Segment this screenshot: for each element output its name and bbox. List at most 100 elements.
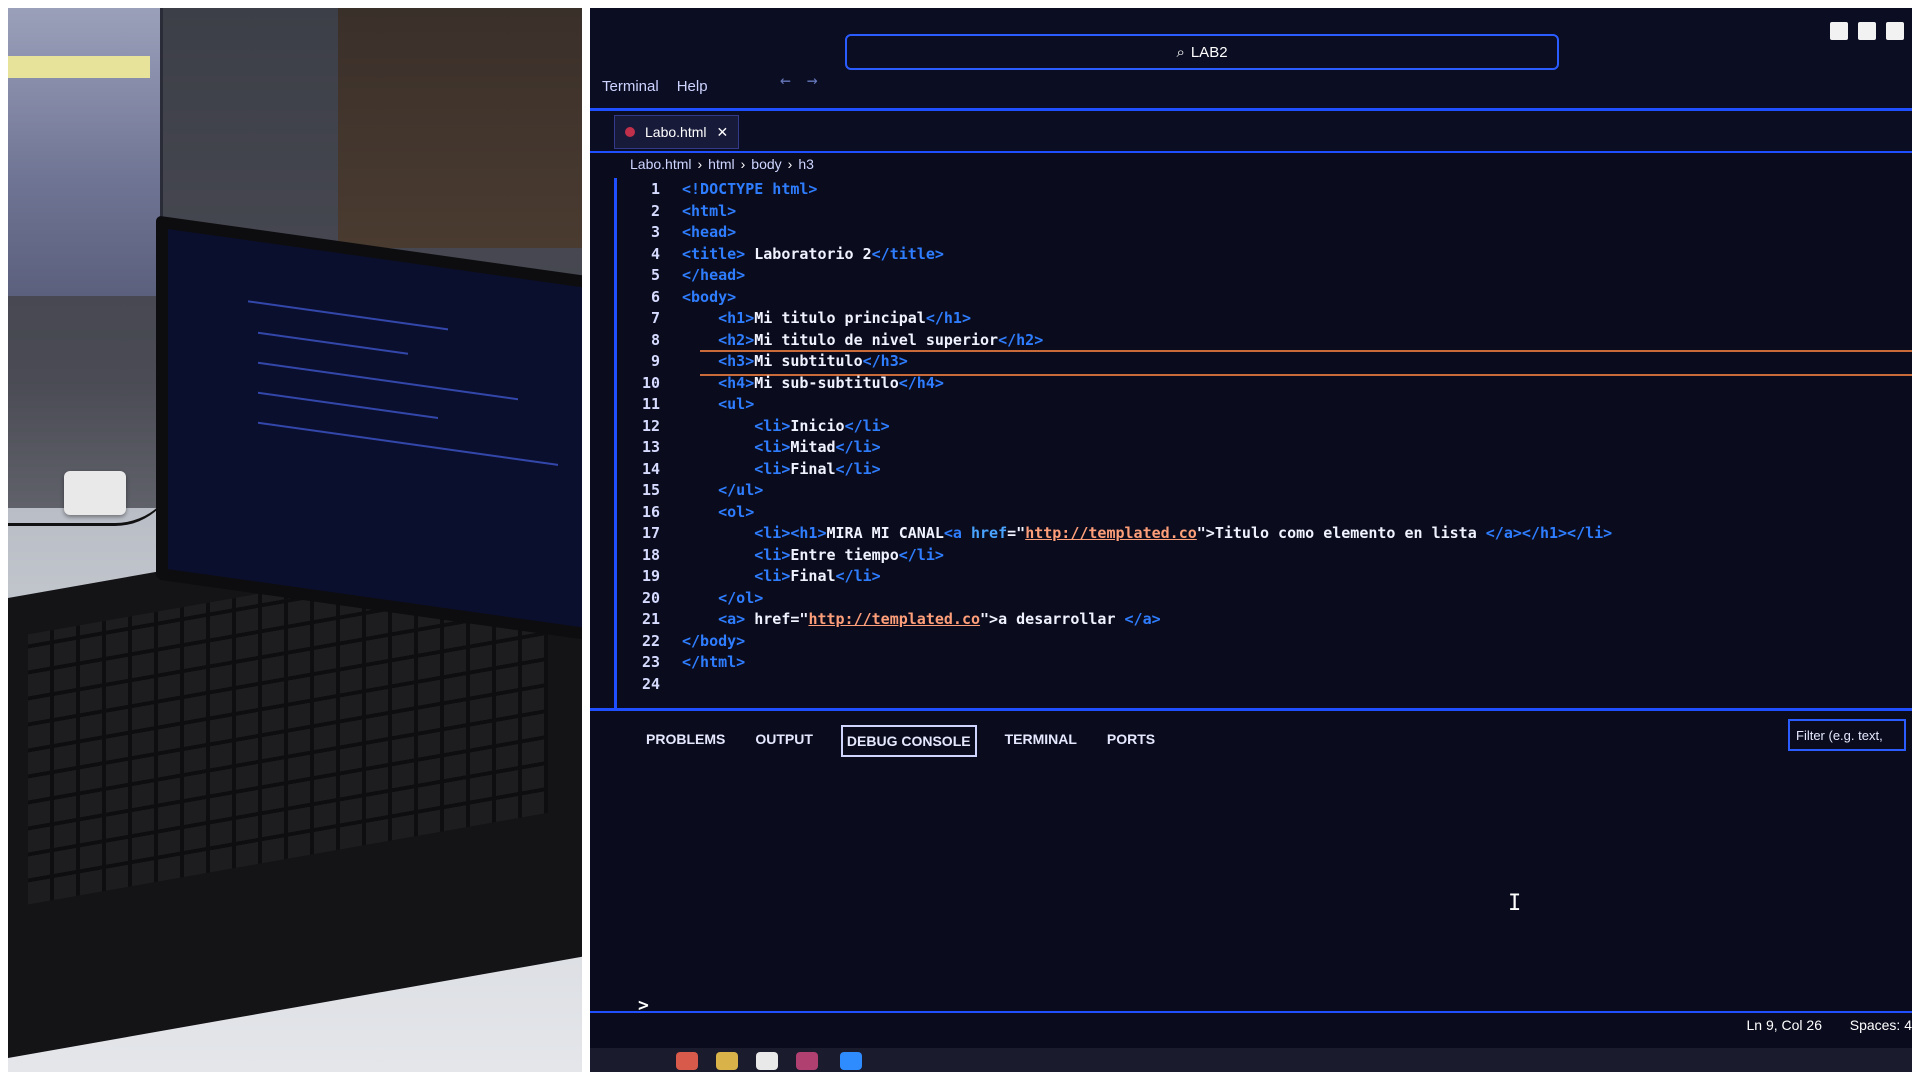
code-line[interactable]: 23 </html> — [620, 651, 745, 673]
code-line[interactable]: 16 <ol> — [620, 501, 754, 523]
app-icon[interactable] — [796, 1052, 818, 1070]
toggle-secondary-sidebar-icon[interactable] — [1886, 22, 1904, 40]
navigation-arrows: ← → — [780, 70, 818, 91]
code-line[interactable]: 6 <body> — [620, 286, 736, 308]
breadcrumb-h3[interactable]: h3 — [798, 156, 814, 172]
line-number: 8 — [650, 330, 660, 349]
code-token: Final — [790, 567, 836, 585]
line-number: 15 — [641, 481, 660, 499]
code-token: <li> — [754, 459, 791, 478]
menu-terminal[interactable]: Terminal — [602, 78, 659, 95]
laptop-screen — [156, 215, 582, 645]
file-explorer-icon[interactable] — [716, 1052, 738, 1070]
line-number: 9 — [650, 352, 660, 370]
code-token: <li> — [754, 545, 791, 564]
code-token: </a></h1></li> — [1485, 524, 1613, 542]
code-line[interactable]: 12 <li>Inicio</li> — [620, 415, 890, 437]
code-line[interactable]: 20 </ol> — [620, 587, 763, 609]
breadcrumb-body[interactable]: body — [751, 156, 781, 172]
code-line[interactable]: 4 <title> Laboratorio 2</title> — [620, 243, 944, 265]
windows-taskbar — [590, 1048, 1912, 1072]
code-token: http://templated.co — [808, 610, 981, 628]
code-token: </h1> — [925, 309, 971, 327]
line-number: 19 — [641, 567, 660, 585]
tab-debug-console[interactable]: DEBUG CONSOLE — [840, 725, 977, 757]
code-line[interactable]: 21 <a> href="http://templated.co">a desa… — [620, 608, 1161, 630]
line-number: 1 — [650, 180, 660, 198]
code-line[interactable]: 2 <html> — [620, 200, 736, 222]
menu-help[interactable]: Help — [677, 78, 708, 95]
toggle-sidebar-icon[interactable] — [1830, 22, 1848, 40]
line-number: 11 — [641, 395, 660, 413]
line-number: 5 — [650, 266, 660, 284]
breadcrumb-html[interactable]: html — [708, 156, 734, 172]
title-bar: Terminal Help ← → ⌕ LAB2 — [590, 8, 1912, 111]
code-token: <head> — [682, 223, 737, 241]
code-token: Final — [790, 459, 836, 478]
code-line[interactable]: 1 <!DOCTYPE html> — [620, 178, 818, 200]
command-center-search[interactable]: ⌕ LAB2 — [845, 34, 1559, 70]
code-line[interactable]: 5 </head> — [620, 264, 745, 286]
code-token: <h3> — [718, 352, 755, 370]
code-token: </li> — [835, 438, 881, 456]
code-token: </li> — [835, 567, 881, 585]
filter-input[interactable]: Filter (e.g. text, — [1788, 719, 1906, 751]
code-token: </li> — [844, 416, 890, 435]
breadcrumb: Labo.html › html › body › h3 — [630, 156, 814, 172]
code-token: Laboratorio 2 — [745, 244, 872, 263]
breadcrumb-file[interactable]: Labo.html — [630, 156, 691, 172]
code-editor[interactable]: 1 <!DOCTYPE html> 2 <html> 3 <head> 4 <title> L… — [590, 178, 1912, 708]
vscode-icon[interactable] — [840, 1052, 862, 1070]
code-line[interactable]: 17 <li><h1>MIRA MI CANAL<a href="http://… — [620, 522, 1612, 544]
forward-arrow-icon[interactable]: → — [807, 70, 818, 91]
vscode-window: Terminal Help ← → ⌕ LAB2 Labo.html ✕ Lab… — [590, 8, 1912, 1072]
menu-bar: Terminal Help — [602, 78, 708, 95]
code-line[interactable]: 11 <ul> — [620, 393, 754, 415]
tab-terminal[interactable]: TERMINAL — [1003, 725, 1079, 757]
code-token: <li> — [754, 438, 791, 456]
code-line[interactable]: 18 <li>Entre tiempo</li> — [620, 544, 944, 566]
code-token: =" — [1007, 524, 1026, 542]
code-line[interactable]: 22 </body> — [620, 630, 745, 652]
cursor-position[interactable]: Ln 9, Col 26 — [1747, 1017, 1823, 1033]
code-line[interactable]: 3 <head> — [620, 221, 736, 243]
tab-ports[interactable]: PORTS — [1105, 725, 1157, 757]
browser-icon[interactable] — [676, 1052, 698, 1070]
chevron-right-icon: › — [697, 156, 703, 172]
code-line[interactable]: 8 <h2>Mi titulo de nivel superior</h2> — [620, 329, 1043, 351]
code-token: </a> — [1124, 610, 1161, 628]
code-token: <li> — [754, 416, 791, 435]
close-icon[interactable]: ✕ — [716, 124, 728, 141]
code-line[interactable]: 14 <li>Final</li> — [620, 458, 881, 480]
html-file-icon — [625, 127, 635, 137]
code-token: <html> — [682, 201, 737, 220]
line-number: 22 — [641, 631, 660, 650]
code-line[interactable]: 7 <h1>Mi titulo principal</h1> — [620, 307, 971, 329]
code-line[interactable]: 10 <h4>Mi sub-subtitulo</h4> — [620, 372, 944, 394]
code-token: <li> — [754, 567, 791, 585]
code-line[interactable]: 15 </ul> — [620, 479, 763, 501]
code-line[interactable]: 13 <li>Mitad</li> — [620, 436, 881, 458]
camera-icon[interactable] — [756, 1052, 778, 1070]
back-arrow-icon[interactable]: ← — [780, 70, 791, 91]
tab-output[interactable]: OUTPUT — [753, 725, 815, 757]
code-line[interactable]: 19 <li>Final</li> — [620, 565, 881, 587]
code-token: </title> — [871, 244, 944, 263]
code-line[interactable]: 24 — [620, 673, 682, 695]
indentation-setting[interactable]: Spaces: 4 — [1850, 1017, 1912, 1033]
code-token: Mitad — [790, 438, 836, 456]
code-token: Entre tiempo — [790, 545, 899, 564]
line-number: 4 — [650, 244, 660, 263]
projector-highlight-bar — [8, 56, 150, 78]
line-number: 18 — [641, 545, 660, 564]
tab-problems[interactable]: PROBLEMS — [644, 725, 727, 757]
tab-labo-html[interactable]: Labo.html ✕ — [614, 115, 740, 149]
code-line[interactable]: 9 <h3>Mi subtitulo</h3> — [620, 350, 908, 372]
code-token: </body> — [682, 631, 746, 650]
toggle-panel-icon[interactable] — [1858, 22, 1876, 40]
code-token: <a> — [718, 610, 746, 628]
